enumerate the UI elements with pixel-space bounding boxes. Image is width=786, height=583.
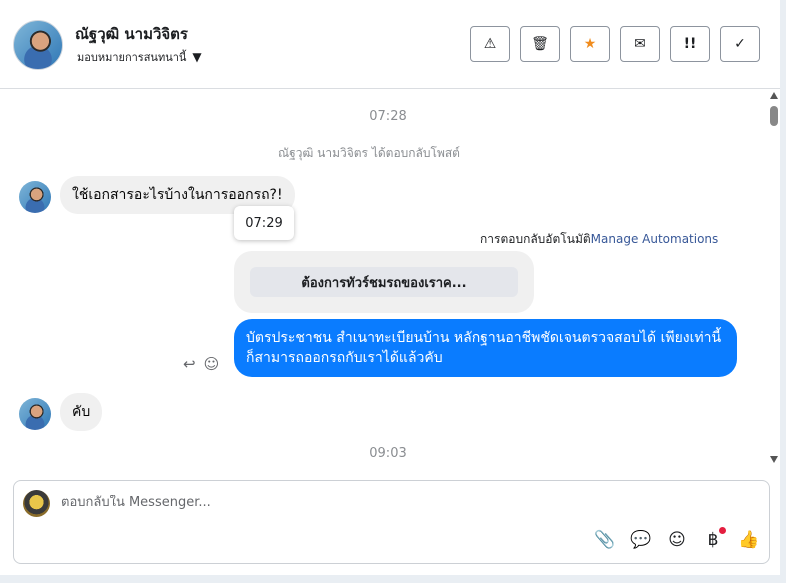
manage-automations-link[interactable]: Manage Automations — [591, 232, 719, 246]
envelope-open-icon: ✉ — [634, 36, 646, 52]
contact-message-avatar[interactable] — [19, 181, 51, 213]
conversation-panel: ณัฐวุฒิ นามวิจิตร มอบหมายการสนทนานี้ ▼ ⚠… — [0, 0, 780, 575]
check-icon: ✓ — [734, 36, 746, 52]
star-icon: ★ — [583, 36, 597, 52]
mark-unread-button[interactable]: ✉ — [620, 26, 660, 62]
reply-icon[interactable]: ↩ — [183, 355, 196, 373]
emoji-button[interactable]: ☺ — [666, 529, 688, 551]
attach-button[interactable]: 📎 — [594, 529, 616, 551]
follow-up-icon: !! — [683, 36, 697, 52]
conversation-header: ณัฐวุฒิ นามวิจิตร มอบหมายการสนทนานี้ ▼ ⚠… — [0, 0, 780, 89]
message-actions: ↩ ☺ — [183, 355, 219, 373]
scroll-thumb[interactable] — [770, 106, 778, 126]
thread-scrollbar[interactable] — [768, 90, 780, 466]
warning-icon: ⚠ — [483, 36, 497, 52]
incoming-message[interactable]: คับ — [60, 393, 103, 431]
contact-name[interactable]: ณัฐวุฒิ นามวิจิตร — [75, 22, 188, 46]
paperclip-icon: 📎 — [594, 530, 616, 550]
contact-avatar[interactable] — [13, 20, 63, 70]
time-tooltip: 07:29 — [234, 206, 294, 240]
automation-option-button[interactable]: ต้องการทัวร์ชมรถของเราค... — [250, 267, 518, 297]
saved-replies-button[interactable]: 💬 — [630, 529, 652, 551]
contact-message-avatar[interactable] — [19, 398, 51, 430]
trash-icon: 🗑 — [531, 36, 549, 52]
outgoing-message[interactable]: บัตรประชาชน สำเนาทะเบียนบ้าน หลักฐานอาชี… — [234, 319, 737, 377]
baht-icon: ฿ — [707, 530, 719, 550]
scroll-down-arrow-icon[interactable] — [770, 456, 778, 463]
payment-button[interactable]: ฿ — [702, 527, 726, 551]
page-avatar — [23, 490, 50, 517]
notification-dot — [719, 527, 726, 534]
follow-up-button[interactable]: !! — [670, 26, 710, 62]
star-button[interactable]: ★ — [570, 26, 610, 62]
timestamp: 07:28 — [369, 109, 407, 124]
composer-tools: 📎 💬 ☺ ฿ 👍 — [594, 527, 760, 551]
message-composer: 📎 💬 ☺ ฿ 👍 — [13, 480, 770, 564]
thumbs-up-icon: 👍 — [738, 530, 760, 550]
emoji-icon: ☺ — [668, 530, 686, 550]
react-emoji-icon[interactable]: ☺ — [204, 355, 220, 373]
reply-input[interactable] — [61, 495, 711, 510]
saved-reply-icon: 💬 — [630, 530, 652, 550]
caret-down-icon: ▼ — [192, 50, 202, 64]
report-spam-button[interactable]: ⚠ — [470, 26, 510, 62]
conversation-toolbar: ⚠ 🗑 ★ ✉ !! ✓ — [470, 26, 760, 62]
assign-conversation-dropdown[interactable]: มอบหมายการสนทนานี้ ▼ — [77, 48, 202, 66]
automation-text: การตอบกลับอัตโนมัติ — [480, 232, 591, 246]
send-like-button[interactable]: 👍 — [738, 529, 760, 551]
automation-label: การตอบกลับอัตโนมัติManage Automations — [480, 230, 718, 249]
scroll-up-arrow-icon[interactable] — [770, 92, 778, 99]
mark-done-button[interactable]: ✓ — [720, 26, 760, 62]
message-thread[interactable]: 07:28 ณัฐวุฒิ นามวิจิตร ได้ตอบกลับโพสต์ … — [0, 89, 770, 465]
system-note: ณัฐวุฒิ นามวิจิตร ได้ตอบกลับโพสต์ — [278, 146, 460, 160]
assign-label: มอบหมายการสนทนานี้ — [77, 51, 187, 64]
timestamp: 09:03 — [369, 446, 407, 461]
delete-button[interactable]: 🗑 — [520, 26, 560, 62]
automated-reply-card: ต้องการทัวร์ชมรถของเราค... — [234, 251, 534, 313]
